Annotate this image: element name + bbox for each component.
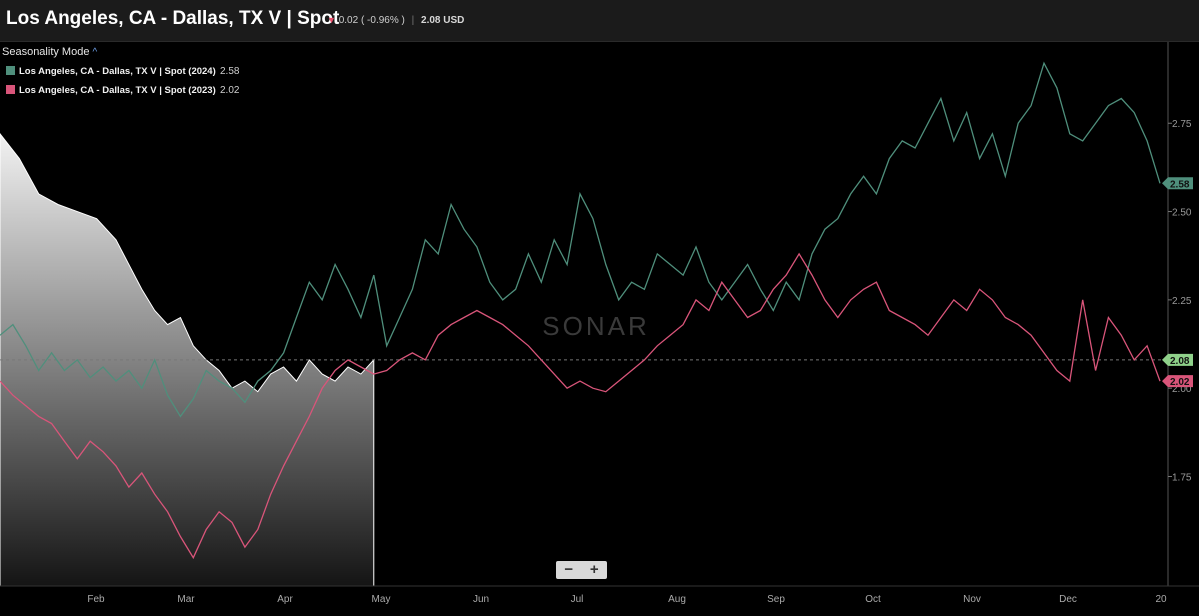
legend-value: 2.02 [220, 85, 240, 96]
legend-label: Los Angeles, CA - Dallas, TX V | Spot (2… [19, 85, 216, 96]
y-tick-label: 1.75 [1172, 472, 1192, 483]
legend-item-2024[interactable]: Los Angeles, CA - Dallas, TX V | Spot (2… [6, 66, 239, 77]
y-tick-label: 2.25 [1172, 296, 1192, 307]
zoom-controls: − + [556, 561, 607, 579]
legend-label: Los Angeles, CA - Dallas, TX V | Spot (2… [19, 66, 216, 77]
x-tick-label: Jul [571, 594, 584, 605]
x-tick-label: Apr [277, 594, 293, 605]
legend-swatch [6, 66, 15, 75]
x-tick-label: Jun [473, 594, 489, 605]
x-tick-label: Feb [87, 594, 105, 605]
y-tick-label: 2.75 [1172, 119, 1192, 130]
legend-swatch [6, 85, 15, 94]
value-badge-label: 2.58 [1170, 179, 1190, 190]
x-tick-label: May [372, 594, 391, 605]
value-badge-label: 2.08 [1170, 356, 1190, 367]
value-badge-label: 2.02 [1170, 377, 1190, 388]
legend-item-2023[interactable]: Los Angeles, CA - Dallas, TX V | Spot (2… [6, 85, 239, 96]
chevron-up-icon: ^ [92, 47, 98, 58]
zoom-out-button[interactable]: − [556, 561, 582, 579]
x-tick-label: Aug [668, 594, 686, 605]
seasonality-mode-label: Seasonality Mode [2, 46, 90, 58]
x-tick-label: Mar [177, 594, 195, 605]
x-tick-label: Dec [1059, 594, 1077, 605]
x-tick-label: Oct [865, 594, 881, 605]
legend: Seasonality Mode ^ [0, 46, 97, 58]
seasonality-mode-toggle[interactable]: Seasonality Mode ^ [2, 46, 97, 58]
zoom-in-button[interactable]: + [582, 561, 608, 579]
x-tick-label: Sep [767, 594, 785, 605]
legend-value: 2.58 [220, 66, 240, 77]
watermark-text: SONAR [542, 311, 649, 341]
x-tick-label: Nov [963, 594, 981, 605]
y-tick-label: 2.50 [1172, 208, 1192, 219]
x-tick-label: 20 [1155, 594, 1167, 605]
